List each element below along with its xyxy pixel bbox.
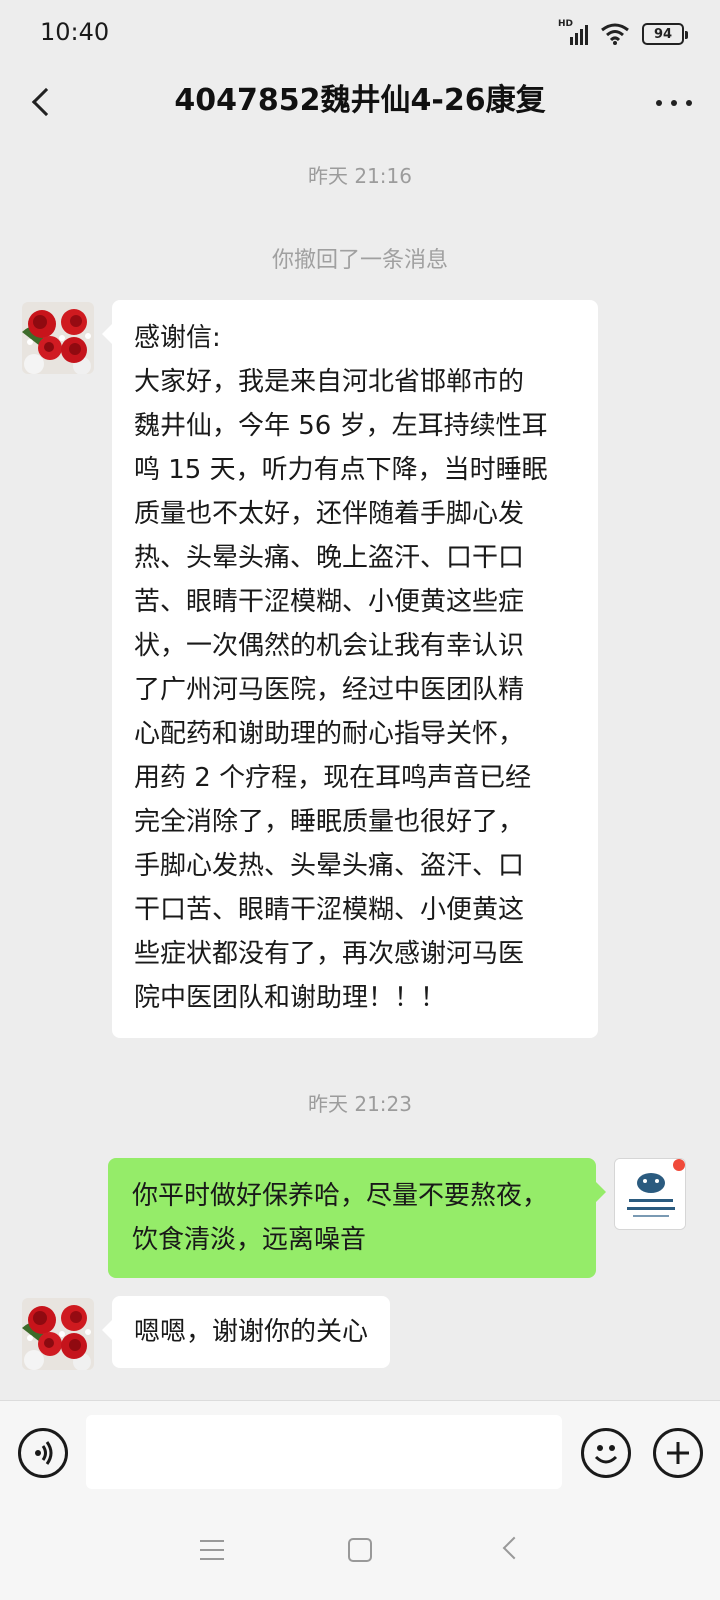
message-line: 质量也不太好，还伴随着手脚心发 [134, 499, 525, 529]
system-nav-bar [0, 1504, 720, 1600]
emoji-button[interactable] [581, 1428, 631, 1478]
last-message-text: 嗯嗯，谢谢你的关心 [134, 1317, 369, 1347]
status-icons: HD 94 [558, 19, 688, 48]
message-line: 苦、眼睛干涩模糊、小便黄这些症 [134, 587, 525, 617]
avatar[interactable] [22, 302, 94, 374]
menu-icon[interactable] [200, 1540, 224, 1560]
plus-icon [667, 1442, 689, 1464]
rose-avatar-image [22, 302, 94, 374]
message-line: 感谢信: [134, 323, 221, 353]
message-line: 些症状都没有了，再次感谢河马医 [134, 939, 525, 969]
message-line: 魏井仙，今年 56 岁，左耳持续性耳 [134, 411, 548, 441]
voice-icon [35, 1441, 53, 1465]
message-line: 院中医团队和谢助理！！！ [134, 983, 447, 1013]
chat-area[interactable]: 昨天 21:16 你撤回了一条消息 感谢信: 大家好，我是来自河北省邯郸市的 魏井仙… [0, 138, 720, 1400]
message-line: 干口苦、眼睛干涩模糊、小便黄这 [134, 895, 525, 925]
battery-icon: 94 [642, 23, 688, 45]
message-bubble-last[interactable]: 嗯嗯，谢谢你的关心 [101, 1296, 391, 1368]
message-line: 心配药和谢助理的耐心指导关怀， [134, 719, 525, 749]
battery-level: 94 [653, 26, 673, 42]
message-line: 完全消除了，睡眠质量也很好了， [134, 807, 525, 837]
message-line: 饮食清淡，远离噪音 [132, 1225, 367, 1255]
signal-icon: HD [558, 19, 588, 47]
more-dots-icon [656, 100, 662, 106]
status-time: 10:40 [40, 18, 110, 46]
letter-text: 感谢信: 大家好，我是来自河北省邯郸市的 魏井仙，今年 56 岁，左耳持续性耳鸣 1… [134, 316, 576, 1020]
status-bar: 10:40 HD 94 [0, 0, 720, 66]
message-line: 鸣 15 天，听力有点下降，当时睡眠 [134, 455, 548, 485]
home-icon[interactable] [348, 1538, 372, 1562]
recall-notice: 你撤回了一条消息 [271, 248, 448, 273]
chat-header: 4047852魏井仙4-26康复 [0, 66, 720, 138]
rose-avatar-image [22, 1298, 94, 1370]
message-line: 大家好，我是来自河北省邯郸市的 [134, 367, 525, 397]
message-line: 状，一次偶然的机会让我有幸认识 [134, 631, 525, 661]
unread-dot [673, 1159, 685, 1171]
voice-button[interactable] [18, 1428, 68, 1478]
plus-button[interactable] [653, 1428, 703, 1478]
page-title: 4047852魏井仙4-26康复 [174, 83, 546, 118]
message-input[interactable] [86, 1415, 562, 1489]
chevron-left-icon [31, 87, 61, 117]
input-bar [0, 1400, 720, 1504]
avatar[interactable] [22, 1298, 94, 1370]
message-line: 用药 2 个疗程，现在耳鸣声音已经 [134, 763, 532, 793]
emoji-icon [594, 1445, 618, 1464]
timestamp: 昨天 21:16 [308, 164, 412, 188]
back-button[interactable] [20, 80, 64, 124]
reply-text: 你平时做好保养哈，尽量不要熬夜， 饮食清淡，远离噪音 [132, 1174, 576, 1262]
message-bubble-reply[interactable]: 你平时做好保养哈，尽量不要熬夜， 饮食清淡，远离噪音 [108, 1158, 606, 1278]
message-line: 你平时做好保养哈，尽量不要熬夜， [132, 1181, 549, 1211]
more-button[interactable] [652, 86, 696, 120]
message-bubble-letter[interactable]: 感谢信: 大家好，我是来自河北省邯郸市的 魏井仙，今年 56 岁，左耳持续性耳鸣 1… [102, 300, 598, 1038]
timestamp: 昨天 21:23 [308, 1092, 412, 1116]
message-line: 热、头晕头痛、晚上盗汗、口干口 [134, 543, 525, 573]
back-icon[interactable] [502, 1536, 526, 1560]
message-line: 手脚心发热、头晕头痛、盗汗、口 [134, 851, 525, 881]
message-line: 了广州河马医院，经过中医团队精 [134, 675, 525, 705]
wifi-icon [601, 23, 629, 45]
